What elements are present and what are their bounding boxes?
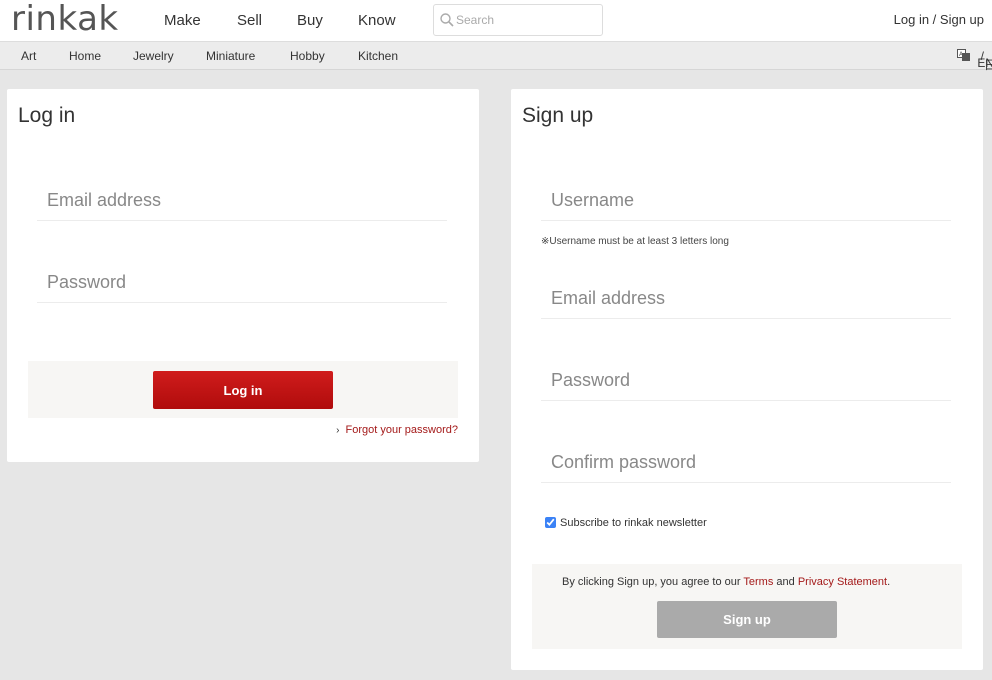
login-link[interactable]: Log in <box>894 12 929 27</box>
search-input[interactable] <box>456 11 596 29</box>
category-home[interactable]: Home <box>69 49 101 63</box>
confirm-password-field[interactable] <box>541 443 951 483</box>
nav-sell[interactable]: Sell <box>237 12 262 29</box>
auth-links: Log in / Sign up <box>894 12 984 27</box>
agree-suffix: . <box>887 576 891 588</box>
category-art[interactable]: Art <box>21 49 36 63</box>
login-email-field[interactable] <box>37 181 447 221</box>
nav-make[interactable]: Make <box>164 12 201 29</box>
top-header: rinkak Make Sell Buy Know Log in / Sign … <box>0 0 992 41</box>
username-hint: ※Username must be at least 3 letters lon… <box>541 236 729 247</box>
terms-link[interactable]: Terms <box>743 576 773 588</box>
login-button[interactable]: Log in <box>153 371 333 409</box>
signup-password-field[interactable] <box>541 361 951 401</box>
signup-action-area: By clicking Sign up, you agree to our Te… <box>532 564 962 649</box>
nav-buy[interactable]: Buy <box>297 12 323 29</box>
agree-prefix: By clicking Sign up, you agree to our <box>562 576 744 588</box>
language-switcher: A EN / 日本語 <box>957 49 992 72</box>
terms-agreement: By clicking Sign up, you agree to our Te… <box>562 576 890 588</box>
category-hobby[interactable]: Hobby <box>290 49 325 63</box>
chevron-right-icon: › <box>336 425 340 436</box>
category-nav: Art Home Jewelry Miniature Hobby Kitchen… <box>0 41 992 72</box>
login-title: Log in <box>18 104 76 127</box>
signup-button[interactable]: Sign up <box>657 601 837 638</box>
login-panel: Log in Log in › Forgot your password? <box>7 89 479 462</box>
category-kitchen[interactable]: Kitchen <box>358 49 398 63</box>
login-password-field[interactable] <box>37 263 447 303</box>
category-miniature[interactable]: Miniature <box>206 49 255 63</box>
agree-and: and <box>773 576 798 588</box>
forgot-password: › Forgot your password? <box>336 424 458 436</box>
signup-title: Sign up <box>522 104 594 127</box>
newsletter-checkbox[interactable] <box>545 517 556 528</box>
nav-know[interactable]: Know <box>358 12 396 29</box>
newsletter-label: Subscribe to rinkak newsletter <box>560 517 707 529</box>
signup-email-field[interactable] <box>541 279 951 319</box>
category-jewelry[interactable]: Jewelry <box>133 49 174 63</box>
login-action-area: Log in <box>28 361 458 418</box>
signup-panel: Sign up ※Username must be at least 3 let… <box>511 89 983 670</box>
translate-icon: A <box>957 49 971 61</box>
search-box[interactable] <box>433 4 603 36</box>
signup-link[interactable]: Sign up <box>940 12 984 27</box>
lang-ja[interactable]: 日本語 <box>984 56 992 73</box>
forgot-password-link[interactable]: Forgot your password? <box>346 424 459 436</box>
rinkak-logo[interactable]: rinkak <box>11 0 119 39</box>
username-field[interactable] <box>541 181 951 221</box>
newsletter-option[interactable]: Subscribe to rinkak newsletter <box>545 517 707 529</box>
auth-separator: / <box>929 12 940 27</box>
search-icon <box>440 13 454 27</box>
privacy-link[interactable]: Privacy Statement <box>798 576 887 588</box>
